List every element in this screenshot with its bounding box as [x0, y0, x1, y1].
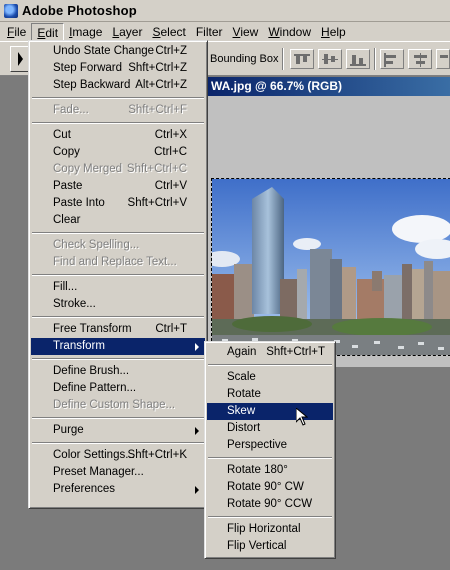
menu-item-transform[interactable]: Transform: [31, 338, 205, 355]
menu-item-color-settings[interactable]: Color Settings... Shft+Ctrl+K: [31, 447, 205, 464]
menu-item-perspective[interactable]: Perspective: [207, 437, 333, 454]
menu-separator: [31, 313, 205, 321]
menu-item-scale[interactable]: Scale: [207, 369, 333, 386]
menu-item-check-spelling: Check Spelling...: [53, 239, 140, 251]
menu-edit[interactable]: Edit: [31, 22, 65, 41]
app-titlebar: Adobe Photoshop: [0, 0, 450, 22]
menu-view[interactable]: View: [228, 23, 264, 41]
transform-submenu: Again Shft+Ctrl+T Scale Rotate Skew Disto…: [204, 341, 336, 559]
menu-item-undo[interactable]: Undo State Change Ctrl+Z: [31, 43, 205, 60]
menu-select[interactable]: Select: [147, 23, 190, 41]
menu-item-stroke[interactable]: Stroke...: [31, 296, 205, 313]
menu-item-step-backward[interactable]: Step Backward Alt+Ctrl+Z: [31, 77, 205, 94]
menu-item-skew[interactable]: Skew: [207, 403, 333, 420]
menubar: File Edit Image Layer Select Filter View…: [0, 22, 450, 42]
menu-item-flip-vertical[interactable]: Flip Vertical: [207, 538, 333, 555]
menu-item-define-pattern[interactable]: Define Pattern...: [31, 380, 205, 397]
mouse-cursor-icon: [296, 408, 308, 426]
menu-item-flip-horizontal[interactable]: Flip Horizontal: [207, 521, 333, 538]
photoshop-logo-icon: [4, 3, 18, 18]
align-top-icon[interactable]: [290, 49, 314, 69]
menu-help[interactable]: Help: [316, 23, 351, 41]
menu-item-distort[interactable]: Distort: [207, 420, 333, 437]
submenu-arrow-icon: [195, 486, 199, 494]
menu-item-rotate[interactable]: Rotate: [207, 386, 333, 403]
submenu-arrow-icon: [195, 343, 199, 351]
options-separator: [374, 48, 376, 70]
menu-separator: [31, 439, 205, 447]
options-separator: [282, 48, 284, 70]
menu-separator: [31, 271, 205, 279]
menu-separator: [207, 361, 333, 369]
menu-item-step-forward[interactable]: Step Forward Shft+Ctrl+Z: [31, 60, 205, 77]
menu-item-rotate-90-cw[interactable]: Rotate 90° CW: [207, 479, 333, 496]
menu-layer[interactable]: Layer: [107, 23, 147, 41]
menu-window[interactable]: Window: [263, 23, 316, 41]
document-canvas-image[interactable]: [211, 178, 450, 356]
menu-item-rotate-90-ccw[interactable]: Rotate 90° CCW: [207, 496, 333, 513]
menu-separator: [31, 414, 205, 422]
align-middle-icon[interactable]: [318, 49, 342, 69]
menu-separator: [31, 94, 205, 102]
menu-separator: [31, 119, 205, 127]
align-center-icon[interactable]: [408, 49, 432, 69]
document-title: WA.jpg @ 66.7% (RGB): [206, 77, 450, 96]
menu-separator: [31, 229, 205, 237]
menu-item-define-brush[interactable]: Define Brush...: [31, 363, 205, 380]
menu-item-paste[interactable]: Paste Ctrl+V: [31, 178, 205, 195]
bounding-box-label: Bounding Box: [210, 53, 279, 65]
menu-item-preset-manager[interactable]: Preset Manager...: [31, 464, 205, 481]
edit-menu: Undo State Change Ctrl+Z Step Forward Shft…: [28, 40, 208, 509]
menu-image[interactable]: Image: [64, 23, 107, 41]
menu-file[interactable]: File: [2, 23, 31, 41]
submenu-arrow-icon: [195, 427, 199, 435]
align-left-icon[interactable]: [380, 49, 404, 69]
menu-item-preferences[interactable]: Preferences: [31, 481, 205, 498]
menu-item-cut[interactable]: Cut Ctrl+X: [31, 127, 205, 144]
menu-item-find-replace: Find and Replace Text...: [53, 256, 177, 268]
menu-item-define-custom-shape: Define Custom Shape...: [53, 399, 176, 411]
menu-separator: [31, 355, 205, 363]
menu-item-fill[interactable]: Fill...: [31, 279, 205, 296]
menu-item-paste-into[interactable]: Paste Into Shft+Ctrl+V: [31, 195, 205, 212]
menu-item-clear[interactable]: Clear: [31, 212, 205, 229]
menu-item-again[interactable]: Again Shft+Ctrl+T: [207, 344, 333, 361]
align-bottom-icon[interactable]: [346, 49, 370, 69]
menu-item-rotate-180[interactable]: Rotate 180°: [207, 462, 333, 479]
menu-item-copy[interactable]: Copy Ctrl+C: [31, 144, 205, 161]
menu-item-fade: Fade... Shft+Ctrl+F: [53, 104, 187, 116]
menu-filter[interactable]: Filter: [191, 23, 228, 41]
align-right-icon[interactable]: [436, 49, 450, 69]
menu-item-purge[interactable]: Purge: [31, 422, 205, 439]
menu-separator: [207, 513, 333, 521]
document-window: WA.jpg @ 66.7% (RGB): [205, 77, 450, 367]
menu-item-free-transform[interactable]: Free Transform Ctrl+T: [31, 321, 205, 338]
city-skyline-photo: [212, 179, 450, 355]
app-title: Adobe Photoshop: [22, 3, 137, 18]
menu-item-copy-merged: Copy Merged Shft+Ctrl+C: [53, 163, 187, 175]
menu-separator: [207, 454, 333, 462]
